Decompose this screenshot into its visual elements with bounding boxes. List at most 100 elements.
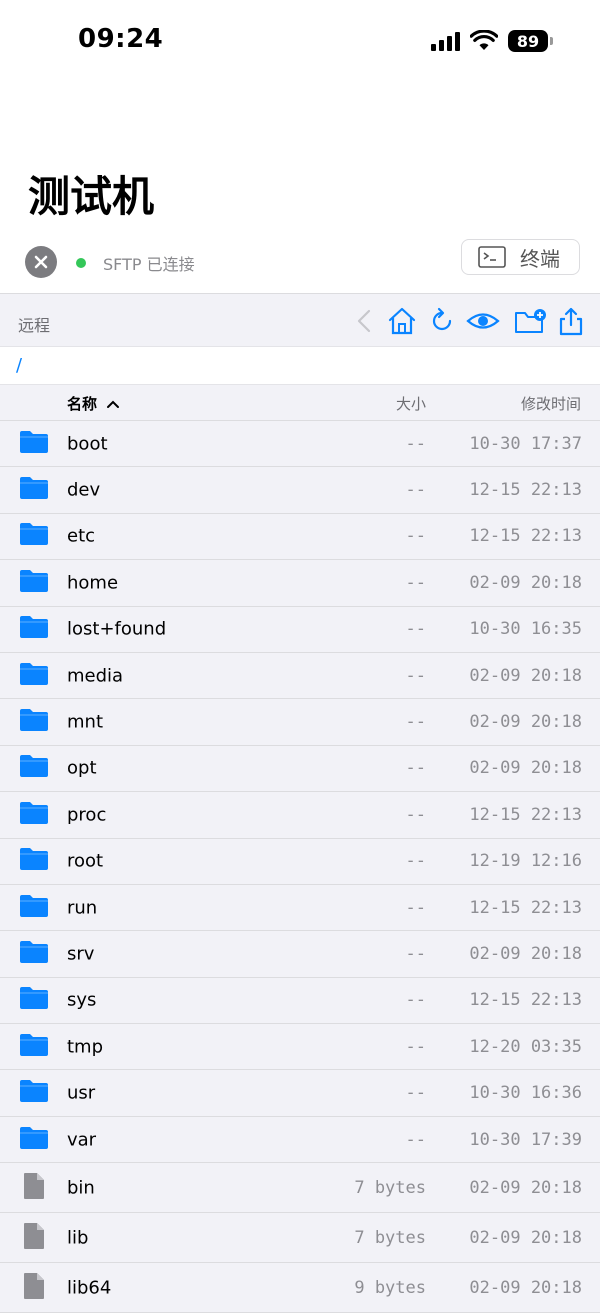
folder-row[interactable]: boot -- 10-30 17:37 xyxy=(0,421,600,468)
wifi-icon xyxy=(470,30,498,50)
folder-row[interactable]: home -- 02-09 20:18 xyxy=(0,560,600,607)
entry-size: -- xyxy=(405,619,426,640)
disconnect-button[interactable] xyxy=(25,246,57,278)
entry-name: mnt xyxy=(67,711,103,733)
entry-size: -- xyxy=(405,1083,426,1104)
folder-row[interactable]: opt -- 02-09 20:18 xyxy=(0,745,600,793)
entry-modified: 02-09 20:18 xyxy=(469,1227,582,1248)
folder-icon xyxy=(19,894,49,922)
entry-name: bin xyxy=(67,1177,95,1199)
entry-size: 9 bytes xyxy=(354,1277,426,1298)
remote-toolbar: 远程 xyxy=(0,293,600,347)
entry-modified: 02-09 20:18 xyxy=(469,665,582,686)
folder-row[interactable]: dev -- 12-15 22:13 xyxy=(0,467,600,514)
path-bar[interactable]: / xyxy=(0,347,600,385)
entry-modified: 10-30 17:39 xyxy=(469,1129,582,1150)
entry-name: srv xyxy=(67,943,95,965)
folder-icon xyxy=(19,476,49,504)
entry-size: -- xyxy=(405,758,426,779)
entry-size: -- xyxy=(405,526,426,547)
entry-modified: 12-20 03:35 xyxy=(469,1036,582,1057)
folder-row[interactable]: etc -- 12-15 22:13 xyxy=(0,513,600,561)
entry-name: etc xyxy=(67,525,96,547)
entry-size: -- xyxy=(405,943,426,964)
entry-size: -- xyxy=(405,804,426,825)
folder-row[interactable]: var -- 10-30 17:39 xyxy=(0,1116,600,1164)
entry-size: -- xyxy=(405,712,426,733)
share-icon[interactable] xyxy=(556,306,586,336)
entry-modified: 12-19 12:16 xyxy=(469,851,582,872)
folder-icon xyxy=(19,801,49,829)
terminal-icon xyxy=(478,246,506,268)
entry-name: root xyxy=(67,850,104,872)
entry-modified: 02-09 20:18 xyxy=(469,1177,582,1198)
folder-icon xyxy=(19,1033,49,1061)
file-icon xyxy=(21,1172,47,1204)
entry-size: -- xyxy=(405,480,426,501)
entry-modified: 12-15 22:13 xyxy=(469,897,582,918)
eye-icon[interactable] xyxy=(466,306,500,336)
folder-row[interactable]: srv -- 02-09 20:18 xyxy=(0,931,600,978)
column-size-header[interactable]: 大小 xyxy=(396,393,426,414)
folder-row[interactable]: lost+found -- 10-30 16:35 xyxy=(0,606,600,653)
folder-icon xyxy=(19,1079,49,1107)
folder-row[interactable]: mnt -- 02-09 20:18 xyxy=(0,699,600,746)
folder-icon xyxy=(19,847,49,875)
entry-name: dev xyxy=(67,479,101,501)
entry-size: -- xyxy=(405,1129,426,1150)
entry-name: media xyxy=(67,665,124,687)
entry-size: -- xyxy=(405,665,426,686)
entry-name: lib64 xyxy=(67,1277,112,1299)
cellular-signal-icon xyxy=(431,31,460,51)
entry-name: usr xyxy=(67,1082,96,1104)
entry-modified: 02-09 20:18 xyxy=(469,1277,582,1298)
entry-modified: 12-15 22:13 xyxy=(469,526,582,547)
entry-size: -- xyxy=(405,572,426,593)
entry-size: -- xyxy=(405,897,426,918)
folder-row[interactable]: usr -- 10-30 16:36 xyxy=(0,1070,600,1117)
entry-modified: 10-30 17:37 xyxy=(469,433,582,454)
battery-icon: 89 xyxy=(508,30,553,52)
folder-icon xyxy=(19,615,49,643)
entry-modified: 02-09 20:18 xyxy=(469,943,582,964)
file-row[interactable]: lib64 9 bytes 02-09 20:18 xyxy=(0,1263,600,1313)
new-folder-icon[interactable] xyxy=(514,306,548,336)
folder-row[interactable]: proc -- 12-15 22:13 xyxy=(0,792,600,839)
folder-row[interactable]: sys -- 12-15 22:13 xyxy=(0,977,600,1025)
column-modified-header[interactable]: 修改时间 xyxy=(521,393,581,414)
entry-name: boot xyxy=(67,433,108,455)
home-icon[interactable] xyxy=(387,306,417,336)
entry-modified: 02-09 20:18 xyxy=(469,572,582,593)
entry-name: proc xyxy=(67,804,107,826)
refresh-icon[interactable] xyxy=(427,306,457,336)
terminal-label: 终端 xyxy=(520,246,560,271)
entry-size: -- xyxy=(405,433,426,454)
entry-size: -- xyxy=(405,851,426,872)
current-path[interactable]: / xyxy=(16,355,22,376)
folder-icon xyxy=(19,708,49,736)
back-icon[interactable] xyxy=(350,306,380,336)
folder-icon xyxy=(19,430,49,458)
folder-row[interactable]: run -- 12-15 22:13 xyxy=(0,884,600,932)
folder-icon xyxy=(19,940,49,968)
entry-modified: 12-15 22:13 xyxy=(469,480,582,501)
column-name-label: 名称 xyxy=(67,395,98,413)
terminal-button[interactable]: 终端 xyxy=(461,239,580,275)
entry-name: home xyxy=(67,572,119,594)
folder-row[interactable]: tmp -- 12-20 03:35 xyxy=(0,1024,600,1071)
file-row[interactable]: bin 7 bytes 02-09 20:18 xyxy=(0,1163,600,1214)
folder-row[interactable]: media -- 02-09 20:18 xyxy=(0,652,600,700)
file-row[interactable]: lib 7 bytes 02-09 20:18 xyxy=(0,1213,600,1264)
entry-modified: 02-09 20:18 xyxy=(469,758,582,779)
entry-name: lost+found xyxy=(67,618,167,640)
folder-row[interactable]: root -- 12-19 12:16 xyxy=(0,838,600,885)
connection-status: SFTP 已连接 xyxy=(103,255,195,274)
toolbar-label: 远程 xyxy=(18,316,51,335)
entry-modified: 12-15 22:13 xyxy=(469,990,582,1011)
entry-size: -- xyxy=(405,990,426,1011)
status-indicators: 89 xyxy=(431,28,553,54)
list-header: 名称 大小 修改时间 xyxy=(0,385,600,421)
status-bar: 09:24 89 xyxy=(0,0,600,82)
sort-by-name-header[interactable]: 名称 xyxy=(67,393,120,414)
folder-icon xyxy=(19,569,49,597)
